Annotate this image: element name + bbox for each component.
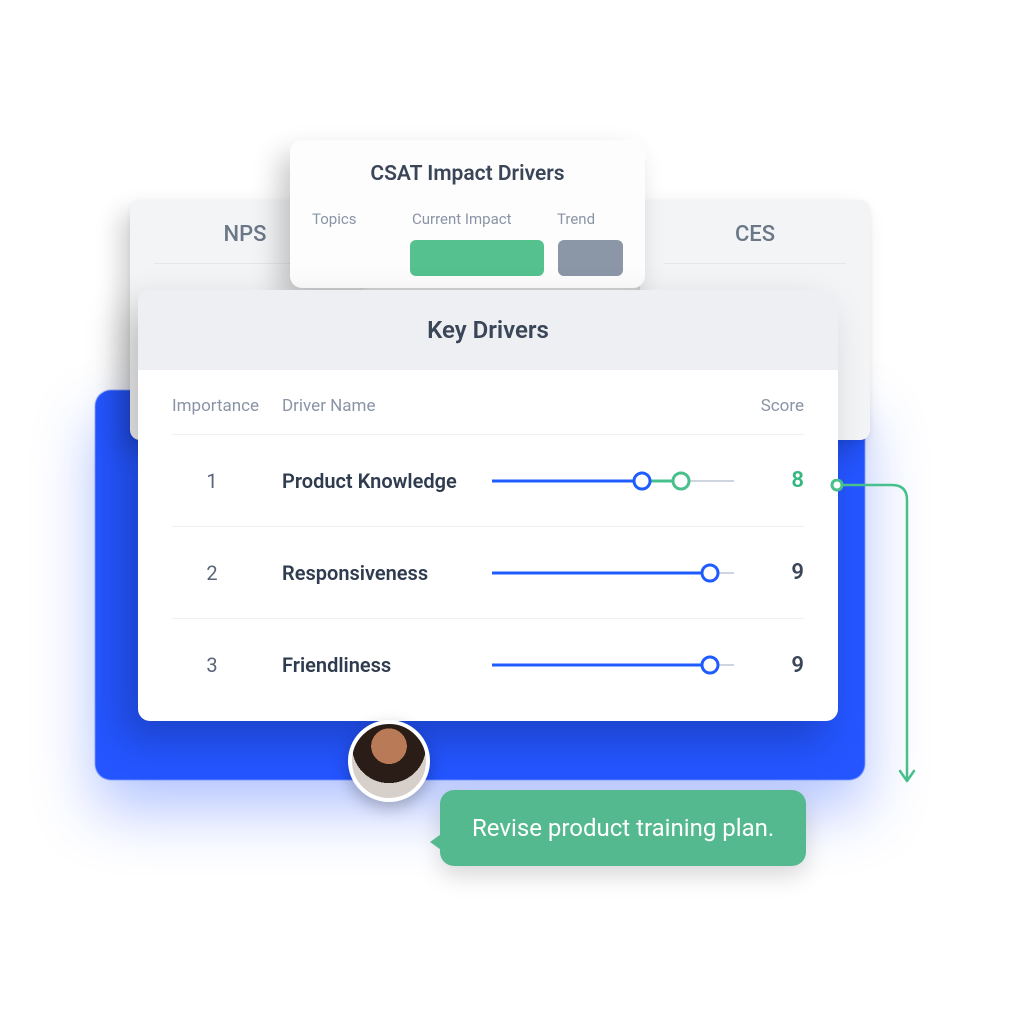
col-importance: Importance — [172, 396, 282, 416]
avatar — [348, 720, 430, 802]
driver-rank: 3 — [172, 653, 282, 677]
col-driver-name: Driver Name — [282, 396, 734, 416]
driver-slider[interactable] — [492, 655, 734, 675]
csat-col-trend: Trend — [557, 210, 617, 228]
csat-columns: Topics Current Impact Trend — [290, 206, 645, 240]
action-bubble-text: Revise product training plan. — [472, 814, 774, 842]
driver-row-responsiveness: 2 Responsiveness 9 — [172, 527, 804, 619]
driver-slider[interactable] — [492, 563, 734, 583]
driver-name: Friendliness — [282, 653, 492, 677]
csat-bars — [290, 240, 645, 288]
csat-impact-bar — [410, 240, 544, 276]
csat-col-topics: Topics — [312, 210, 402, 228]
slider-handle-green[interactable] — [671, 471, 690, 490]
csat-trend-bar — [558, 240, 623, 276]
key-drivers-card: Key Drivers Importance Driver Name Score… — [138, 290, 838, 721]
driver-rank: 1 — [172, 469, 282, 493]
driver-name: Product Knowledge — [282, 469, 492, 493]
driver-score: 9 — [734, 653, 804, 678]
csat-col-impact: Current Impact — [412, 210, 547, 228]
driver-row-product-knowledge: 1 Product Knowledge 8 — [172, 435, 804, 527]
key-drivers-columns: Importance Driver Name Score — [172, 396, 804, 435]
driver-score: 8 — [734, 468, 804, 493]
slider-handle-blue[interactable] — [633, 471, 652, 490]
key-drivers-title: Key Drivers — [138, 290, 838, 370]
slider-handle-blue[interactable] — [700, 563, 719, 582]
slider-handle-blue[interactable] — [700, 656, 719, 675]
csat-card[interactable]: CSAT Impact Drivers Topics Current Impac… — [290, 140, 645, 288]
csat-title: CSAT Impact Drivers — [290, 140, 645, 206]
driver-slider[interactable] — [492, 471, 734, 491]
action-bubble[interactable]: Revise product training plan. — [440, 790, 806, 866]
driver-row-friendliness: 3 Friendliness 9 — [172, 619, 804, 711]
driver-score: 9 — [734, 560, 804, 585]
ces-title: CES — [664, 222, 846, 264]
driver-name: Responsiveness — [282, 561, 492, 585]
driver-rank: 2 — [172, 561, 282, 585]
col-score: Score — [734, 396, 804, 416]
